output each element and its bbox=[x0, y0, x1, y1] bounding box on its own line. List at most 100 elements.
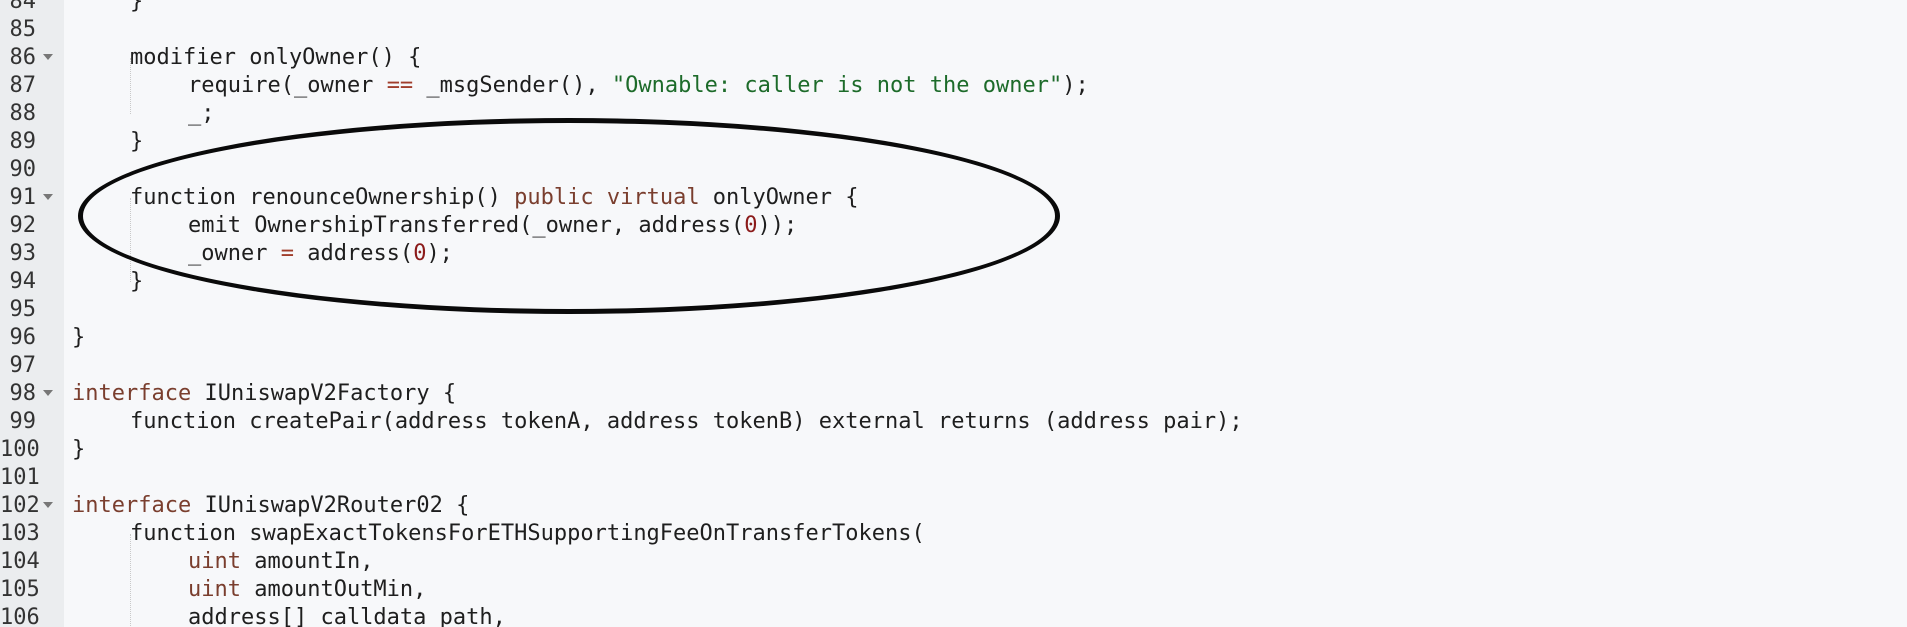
fold-arrow-icon[interactable] bbox=[43, 502, 53, 508]
line-number: 103 bbox=[0, 521, 40, 546]
token-num: 0 bbox=[413, 241, 427, 266]
token: emit OwnershipTransferred(_owner, addres… bbox=[188, 213, 745, 238]
fold-arrow-icon[interactable] bbox=[43, 54, 53, 60]
code-text: modifier onlyOwner() { bbox=[130, 44, 421, 72]
line-number: 87 bbox=[9, 73, 37, 98]
code-line[interactable]: 98 interface IUniswapV2Factory { bbox=[0, 380, 1907, 408]
token: ); bbox=[426, 241, 453, 266]
token: address[] calldata path, bbox=[188, 605, 506, 627]
token: address( bbox=[293, 241, 414, 266]
line-number: 97 bbox=[9, 353, 37, 378]
code-line[interactable]: 96} bbox=[0, 324, 1907, 352]
code-line[interactable]: 99 function createPair(address tokenA, ad… bbox=[0, 408, 1907, 436]
code-line[interactable]: 104 uint amountIn, bbox=[0, 548, 1907, 576]
line-number: 104 bbox=[0, 549, 40, 574]
code-line[interactable]: 90 bbox=[0, 156, 1907, 184]
line-number: 102 bbox=[0, 493, 40, 518]
code-text: } bbox=[72, 324, 85, 352]
token-kw: interface bbox=[72, 381, 192, 406]
token: )); bbox=[757, 213, 798, 238]
token: ); bbox=[1062, 73, 1089, 98]
code-text: emit OwnershipTransferred(_owner, addres… bbox=[188, 212, 797, 240]
code-line[interactable]: 101 bbox=[0, 464, 1907, 492]
token: amountIn, bbox=[240, 549, 374, 574]
line-number: 89 bbox=[9, 129, 37, 154]
line-number: 91 bbox=[9, 185, 37, 210]
code-text: function renounceOwnership() public virt… bbox=[130, 184, 859, 212]
code-text: interface IUniswapV2Router02 { bbox=[72, 492, 469, 520]
line-number: 95 bbox=[9, 297, 37, 322]
token: function createPair(address tokenA, addr… bbox=[130, 409, 1243, 434]
token-kw: uint bbox=[188, 577, 241, 602]
code-text: function swapExactTokensForETHSupporting… bbox=[130, 520, 925, 548]
token-kw: interface bbox=[72, 493, 192, 518]
line-number: 105 bbox=[0, 577, 40, 602]
line-number: 101 bbox=[0, 465, 40, 490]
token-str: "Ownable: caller is not the owner" bbox=[611, 73, 1063, 98]
code-text: _; bbox=[188, 100, 215, 128]
code-text: } bbox=[130, 268, 143, 296]
token-op: == bbox=[386, 73, 414, 98]
code-text: require(_owner == _msgSender(), "Ownable… bbox=[188, 72, 1089, 100]
line-number: 100 bbox=[0, 437, 40, 462]
token: } bbox=[130, 0, 144, 14]
fold-arrow-icon[interactable] bbox=[43, 194, 53, 200]
code-line[interactable]: 88 _; bbox=[0, 100, 1907, 128]
code-line[interactable]: 89} bbox=[0, 128, 1907, 156]
token: function renounceOwnership() bbox=[130, 185, 515, 210]
code-text: function createPair(address tokenA, addr… bbox=[130, 408, 1243, 436]
token: modifier onlyOwner() { bbox=[130, 45, 422, 70]
token: function swapExactTokensForETHSupporting… bbox=[130, 521, 925, 546]
line-number: 84 bbox=[9, 0, 37, 14]
code-line[interactable]: 86 modifier onlyOwner() { bbox=[0, 44, 1907, 72]
token: _; bbox=[188, 101, 215, 126]
code-line[interactable]: 102 interface IUniswapV2Router02 { bbox=[0, 492, 1907, 520]
token: } bbox=[72, 437, 86, 462]
token: onlyOwner { bbox=[699, 185, 859, 210]
code-text: _owner = address(0); bbox=[188, 240, 453, 268]
code-line[interactable]: 97 bbox=[0, 352, 1907, 380]
line-number: 92 bbox=[9, 213, 37, 238]
code-area[interactable]: 84} 85 86 modifier onlyOwner() {87 require(_… bbox=[0, 0, 1907, 627]
line-number: 93 bbox=[9, 241, 37, 266]
code-line[interactable]: 92 emit OwnershipTransferred(_owner, addr… bbox=[0, 212, 1907, 240]
token-kw: virtual bbox=[606, 185, 700, 210]
token: } bbox=[130, 129, 144, 154]
code-line[interactable]: 84} bbox=[0, 0, 1907, 16]
code-editor[interactable]: 84} 85 86 modifier onlyOwner() {87 require(_… bbox=[0, 0, 1907, 627]
code-line[interactable]: 103 function swapExactTokensForETHSupport… bbox=[0, 520, 1907, 548]
token-num: 0 bbox=[744, 213, 758, 238]
code-line[interactable]: 94} bbox=[0, 268, 1907, 296]
token: IUniswapV2Router02 { bbox=[191, 493, 470, 518]
token-op: = bbox=[280, 241, 294, 266]
line-number: 98 bbox=[9, 381, 37, 406]
code-line[interactable]: 93 _owner = address(0); bbox=[0, 240, 1907, 268]
code-line[interactable]: 95 bbox=[0, 296, 1907, 324]
token: IUniswapV2Factory { bbox=[191, 381, 457, 406]
fold-arrow-icon[interactable] bbox=[43, 390, 53, 396]
code-line[interactable]: 91 function renounceOwnership() public vi… bbox=[0, 184, 1907, 212]
token: require(_owner bbox=[188, 73, 387, 98]
token: } bbox=[130, 269, 144, 294]
code-text: address[] calldata path, bbox=[188, 604, 506, 627]
token-kw: public bbox=[514, 185, 594, 210]
code-text: } bbox=[72, 436, 85, 464]
code-line[interactable]: 100} bbox=[0, 436, 1907, 464]
code-text: } bbox=[130, 0, 143, 16]
line-number: 85 bbox=[9, 17, 37, 42]
code-line[interactable]: 106 address[] calldata path, bbox=[0, 604, 1907, 627]
line-number: 106 bbox=[0, 605, 40, 627]
token: _owner bbox=[188, 241, 281, 266]
code-line[interactable]: 105 uint amountOutMin, bbox=[0, 576, 1907, 604]
line-number: 94 bbox=[9, 269, 37, 294]
code-line[interactable]: 85 bbox=[0, 16, 1907, 44]
code-text: interface IUniswapV2Factory { bbox=[72, 380, 456, 408]
line-number: 86 bbox=[9, 45, 37, 70]
token: _msgSender(), bbox=[413, 73, 612, 98]
code-line[interactable]: 87 require(_owner == _msgSender(), "Ownab… bbox=[0, 72, 1907, 100]
token: } bbox=[72, 325, 86, 350]
code-text: } bbox=[130, 128, 143, 156]
line-number: 90 bbox=[9, 157, 37, 182]
token: amountOutMin, bbox=[240, 577, 427, 602]
